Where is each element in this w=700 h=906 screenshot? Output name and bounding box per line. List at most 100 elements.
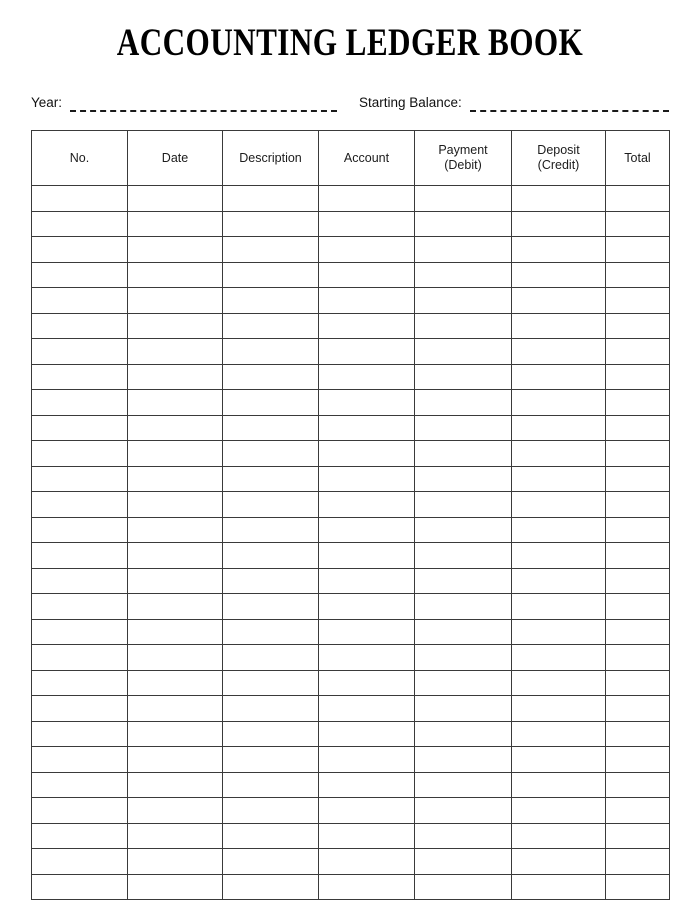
cell-total[interactable] [605, 516, 670, 543]
cell-desc[interactable] [222, 440, 319, 467]
table-row[interactable] [31, 363, 670, 390]
table-row[interactable] [31, 516, 670, 543]
cell-account[interactable] [318, 873, 415, 900]
cell-no[interactable] [31, 822, 128, 849]
cell-desc[interactable] [222, 516, 319, 543]
cell-account[interactable] [318, 414, 415, 441]
cell-payment[interactable] [414, 287, 512, 314]
cell-desc[interactable] [222, 669, 319, 696]
cell-date[interactable] [127, 542, 223, 569]
cell-date[interactable] [127, 414, 223, 441]
cell-date[interactable] [127, 363, 223, 390]
cell-total[interactable] [605, 848, 670, 875]
cell-no[interactable] [31, 261, 128, 288]
table-row[interactable] [31, 593, 670, 620]
cell-payment[interactable] [414, 389, 512, 416]
cell-deposit[interactable] [511, 389, 606, 416]
cell-desc[interactable] [222, 414, 319, 441]
cell-payment[interactable] [414, 338, 512, 365]
cell-account[interactable] [318, 695, 415, 722]
cell-desc[interactable] [222, 465, 319, 492]
cell-payment[interactable] [414, 746, 512, 773]
cell-total[interactable] [605, 491, 670, 518]
cell-payment[interactable] [414, 873, 512, 900]
cell-no[interactable] [31, 338, 128, 365]
cell-payment[interactable] [414, 185, 512, 212]
cell-no[interactable] [31, 287, 128, 314]
cell-deposit[interactable] [511, 720, 606, 747]
starting-balance-writeline[interactable] [469, 101, 669, 112]
cell-no[interactable] [31, 593, 128, 620]
cell-no[interactable] [31, 312, 128, 339]
cell-date[interactable] [127, 338, 223, 365]
cell-total[interactable] [605, 389, 670, 416]
cell-deposit[interactable] [511, 210, 606, 237]
cell-deposit[interactable] [511, 312, 606, 339]
cell-account[interactable] [318, 516, 415, 543]
cell-no[interactable] [31, 618, 128, 645]
cell-date[interactable] [127, 797, 223, 824]
cell-total[interactable] [605, 771, 670, 798]
cell-deposit[interactable] [511, 746, 606, 773]
table-row[interactable] [31, 210, 670, 237]
cell-date[interactable] [127, 720, 223, 747]
cell-deposit[interactable] [511, 185, 606, 212]
cell-desc[interactable] [222, 695, 319, 722]
cell-no[interactable] [31, 746, 128, 773]
cell-date[interactable] [127, 440, 223, 467]
cell-total[interactable] [605, 185, 670, 212]
cell-payment[interactable] [414, 312, 512, 339]
cell-account[interactable] [318, 746, 415, 773]
table-row[interactable] [31, 797, 670, 824]
cell-date[interactable] [127, 465, 223, 492]
cell-deposit[interactable] [511, 491, 606, 518]
cell-no[interactable] [31, 491, 128, 518]
cell-account[interactable] [318, 440, 415, 467]
table-row[interactable] [31, 873, 670, 900]
cell-deposit[interactable] [511, 669, 606, 696]
cell-account[interactable] [318, 363, 415, 390]
cell-account[interactable] [318, 848, 415, 875]
cell-account[interactable] [318, 185, 415, 212]
cell-deposit[interactable] [511, 465, 606, 492]
table-row[interactable] [31, 720, 670, 747]
table-row[interactable] [31, 491, 670, 518]
cell-deposit[interactable] [511, 873, 606, 900]
cell-deposit[interactable] [511, 236, 606, 263]
cell-account[interactable] [318, 771, 415, 798]
cell-date[interactable] [127, 669, 223, 696]
cell-date[interactable] [127, 618, 223, 645]
cell-deposit[interactable] [511, 695, 606, 722]
cell-desc[interactable] [222, 746, 319, 773]
cell-payment[interactable] [414, 848, 512, 875]
cell-deposit[interactable] [511, 338, 606, 365]
cell-total[interactable] [605, 669, 670, 696]
cell-date[interactable] [127, 822, 223, 849]
table-row[interactable] [31, 338, 670, 365]
cell-account[interactable] [318, 210, 415, 237]
cell-account[interactable] [318, 669, 415, 696]
cell-account[interactable] [318, 797, 415, 824]
cell-date[interactable] [127, 695, 223, 722]
cell-desc[interactable] [222, 644, 319, 671]
cell-deposit[interactable] [511, 771, 606, 798]
cell-desc[interactable] [222, 312, 319, 339]
cell-date[interactable] [127, 746, 223, 773]
cell-account[interactable] [318, 567, 415, 594]
cell-payment[interactable] [414, 491, 512, 518]
cell-desc[interactable] [222, 822, 319, 849]
cell-no[interactable] [31, 542, 128, 569]
table-row[interactable] [31, 822, 670, 849]
cell-total[interactable] [605, 363, 670, 390]
cell-account[interactable] [318, 644, 415, 671]
cell-no[interactable] [31, 567, 128, 594]
cell-total[interactable] [605, 618, 670, 645]
cell-account[interactable] [318, 542, 415, 569]
cell-payment[interactable] [414, 593, 512, 620]
cell-date[interactable] [127, 516, 223, 543]
cell-no[interactable] [31, 848, 128, 875]
cell-deposit[interactable] [511, 822, 606, 849]
cell-total[interactable] [605, 542, 670, 569]
table-row[interactable] [31, 618, 670, 645]
cell-payment[interactable] [414, 644, 512, 671]
